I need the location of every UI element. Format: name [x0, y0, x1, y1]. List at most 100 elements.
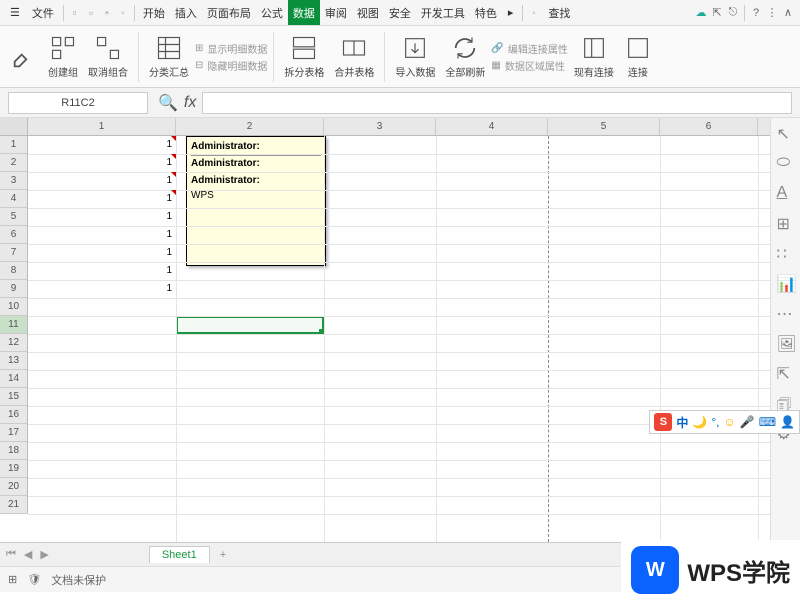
collapse-icon[interactable]: ∧: [780, 5, 796, 21]
tab-special[interactable]: 特色: [470, 0, 502, 25]
select-obj-icon[interactable]: ⬭: [777, 154, 795, 172]
cell-value[interactable]: 1: [28, 190, 174, 208]
share2-icon[interactable]: ⇱: [777, 364, 795, 382]
row-header[interactable]: 1: [0, 136, 27, 154]
cell-value[interactable]: 1: [28, 262, 174, 280]
cell-value[interactable]: 1: [28, 136, 174, 154]
file-menu[interactable]: 文件: [26, 0, 60, 25]
edit-conn-button[interactable]: 🔗编辑连接属性: [491, 41, 567, 56]
name-box[interactable]: R11C2: [8, 92, 148, 114]
add-sheet-icon[interactable]: +: [220, 549, 226, 561]
comment-indicator-icon[interactable]: [171, 190, 176, 195]
existing-conn-button[interactable]: 现有连接: [570, 34, 618, 79]
tab-formula[interactable]: 公式: [256, 0, 288, 25]
cell-value[interactable]: 1: [28, 226, 174, 244]
grid-mode-icon[interactable]: ⊞: [8, 573, 17, 586]
comment-indicator-icon[interactable]: [171, 172, 176, 177]
ime-mic-icon[interactable]: 🎤: [740, 415, 755, 429]
row-header[interactable]: 10: [0, 298, 27, 316]
row-header[interactable]: 15: [0, 388, 27, 406]
row-header[interactable]: 9: [0, 280, 27, 298]
tab-dev[interactable]: 开发工具: [416, 0, 470, 25]
connections-button[interactable]: 连接: [620, 34, 656, 79]
apps-icon[interactable]: ∷: [777, 244, 795, 262]
row-header[interactable]: 19: [0, 460, 27, 478]
col-header[interactable]: 1: [28, 118, 176, 135]
brush-group[interactable]: [6, 43, 42, 71]
tab-insert[interactable]: 插入: [170, 0, 202, 25]
tab-security[interactable]: 安全: [384, 0, 416, 25]
row-header[interactable]: 16: [0, 406, 27, 424]
row-header[interactable]: 5: [0, 208, 27, 226]
tab-more-icon[interactable]: ▸: [502, 0, 520, 25]
row-header[interactable]: 17: [0, 424, 27, 442]
sheet-nav-first-icon[interactable]: ⏮: [6, 548, 16, 561]
fx-search-icon[interactable]: 🔍: [158, 93, 178, 113]
chart-icon[interactable]: 📊: [777, 274, 795, 292]
row-header[interactable]: 4: [0, 190, 27, 208]
cursor-icon[interactable]: ↖: [777, 124, 795, 142]
sheet-tab[interactable]: Sheet1: [149, 546, 210, 563]
preview-icon[interactable]: [115, 5, 131, 21]
shield-icon[interactable]: 🛡: [27, 573, 41, 586]
tab-data[interactable]: 数据: [288, 0, 320, 25]
more1-icon[interactable]: ⋯: [777, 304, 795, 322]
row-header[interactable]: 18: [0, 442, 27, 460]
row-header[interactable]: 20: [0, 478, 27, 496]
row-header[interactable]: 6: [0, 226, 27, 244]
col-header[interactable]: 3: [324, 118, 436, 135]
ime-lang[interactable]: 中: [676, 414, 688, 431]
search-label[interactable]: 查找: [542, 0, 576, 25]
col-header[interactable]: 6: [660, 118, 758, 135]
row-header[interactable]: 21: [0, 496, 27, 514]
ime-moon-icon[interactable]: 🌙: [692, 415, 707, 429]
sheet-nav-next-icon[interactable]: ▶: [40, 548, 48, 561]
row-header[interactable]: 13: [0, 352, 27, 370]
row-header[interactable]: 11: [0, 316, 27, 334]
ime-face-icon[interactable]: ☺: [724, 415, 736, 429]
show-detail-button[interactable]: ⊞显示明细数据: [195, 41, 267, 56]
import-data-button[interactable]: 导入数据: [391, 34, 439, 79]
row-header[interactable]: 7: [0, 244, 27, 262]
data-region-button[interactable]: ▦数据区域属性: [491, 58, 567, 73]
cell-value[interactable]: 1: [28, 244, 174, 262]
col-header[interactable]: 5: [548, 118, 660, 135]
table-icon[interactable]: ⊞: [777, 214, 795, 232]
row-header[interactable]: 8: [0, 262, 27, 280]
row-header[interactable]: 3: [0, 172, 27, 190]
merge-table-button[interactable]: 合并表格: [330, 34, 378, 79]
comment-indicator-icon[interactable]: [171, 154, 176, 159]
cloud-icon[interactable]: ☁: [693, 5, 709, 21]
sheet-nav-prev-icon[interactable]: ◀: [24, 548, 32, 561]
new-icon[interactable]: [67, 5, 83, 21]
row-header[interactable]: 2: [0, 154, 27, 172]
image-icon[interactable]: 🖼: [777, 334, 795, 352]
cells[interactable]: Administrator: Administrator: Administra…: [28, 136, 770, 542]
comment-indicator-icon[interactable]: [171, 136, 176, 141]
open-icon[interactable]: [83, 5, 99, 21]
row-header[interactable]: 12: [0, 334, 27, 352]
ungroup-button[interactable]: 取消组合: [84, 34, 132, 79]
ime-toolbar[interactable]: S 中 🌙 °, ☺ 🎤 ⌨ 👤: [649, 410, 800, 434]
cell-value[interactable]: 1: [28, 208, 174, 226]
share-icon[interactable]: ⇱: [709, 5, 725, 21]
tab-start[interactable]: 开始: [138, 0, 170, 25]
subtotal-button[interactable]: 分类汇总: [145, 34, 193, 79]
hamburger-icon[interactable]: ☰: [4, 0, 26, 25]
tab-view[interactable]: 视图: [352, 0, 384, 25]
col-header[interactable]: 2: [176, 118, 324, 135]
tab-review[interactable]: 审阅: [320, 0, 352, 25]
hide-detail-button[interactable]: ⊟隐藏明细数据: [195, 58, 267, 73]
ime-user-icon[interactable]: 👤: [780, 415, 795, 429]
cell-value[interactable]: 1: [28, 172, 174, 190]
style-icon[interactable]: A: [777, 184, 795, 202]
help-icon[interactable]: ?: [748, 5, 764, 21]
create-group-button[interactable]: 创建组: [44, 34, 82, 79]
tab-layout[interactable]: 页面布局: [202, 0, 256, 25]
fx-icon[interactable]: fx: [184, 94, 196, 112]
more-icon[interactable]: ⋮: [764, 5, 780, 21]
print-icon[interactable]: [99, 5, 115, 21]
refresh-all-button[interactable]: 全部刷新: [441, 34, 489, 79]
cell-value[interactable]: 1: [28, 154, 174, 172]
ime-kbd-icon[interactable]: ⌨: [759, 415, 776, 429]
